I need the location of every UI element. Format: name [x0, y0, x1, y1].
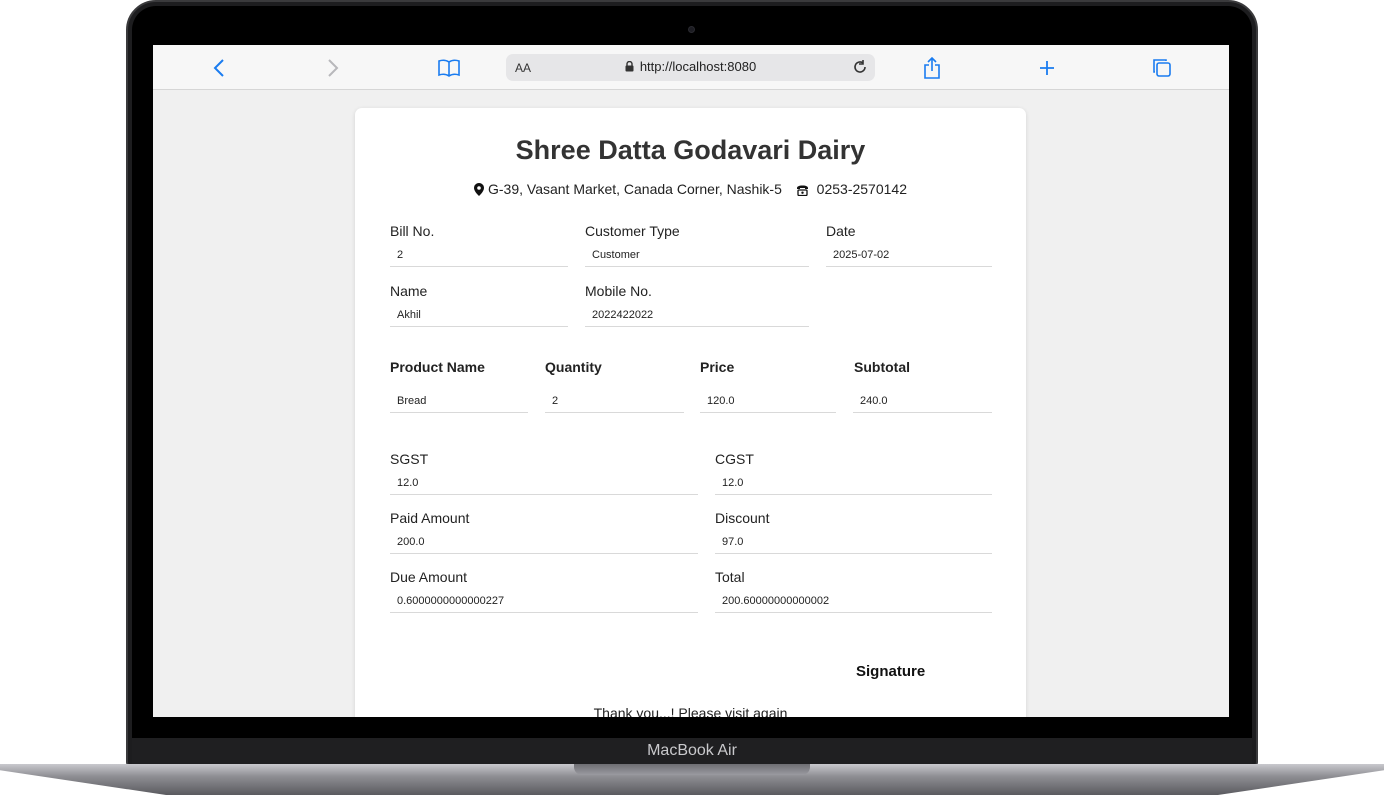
phone-icon	[796, 185, 808, 197]
discount-field: Discount 97.0	[715, 510, 992, 554]
customer-type-label: Customer Type	[585, 223, 680, 239]
discount-input[interactable]: 97.0	[715, 531, 992, 554]
shop-phone: 0253-2570142	[816, 181, 907, 197]
name-label: Name	[390, 283, 428, 299]
discount-label: Discount	[715, 510, 770, 526]
name-input[interactable]: Akhil	[390, 304, 568, 327]
bill-no-field: Bill No. 2	[390, 223, 568, 267]
url-text: http://localhost:8080	[639, 59, 757, 74]
reload-icon[interactable]	[851, 58, 869, 76]
thanks-message: Thank you...! Please visit again	[593, 705, 788, 717]
sgst-field: SGST 12.0	[390, 451, 698, 495]
shop-address: G-39, Vasant Market, Canada Corner, Nash…	[488, 181, 782, 197]
mobile-label: Mobile No.	[585, 283, 652, 299]
forward-icon	[328, 59, 339, 77]
paid-amount-input[interactable]: 200.0	[390, 531, 698, 554]
plus-icon	[1040, 61, 1054, 75]
subtotal-input[interactable]: 240.0	[853, 390, 992, 413]
laptop-notch	[574, 764, 810, 775]
bookmarks-icon	[438, 59, 460, 77]
forward-button[interactable]	[319, 54, 347, 82]
laptop-frame: MacBook Air AA http://localhost:8080 Shr…	[0, 0, 1384, 795]
new-tab-button[interactable]	[1033, 54, 1061, 82]
back-icon	[213, 59, 224, 77]
paid-amount-label: Paid Amount	[390, 510, 470, 526]
bill-no-input[interactable]: 2	[390, 244, 568, 267]
quantity-input[interactable]: 2	[545, 390, 684, 413]
laptop-model-label: MacBook Air	[647, 742, 737, 759]
total-label: Total	[715, 569, 745, 585]
tabs-button[interactable]	[1148, 54, 1176, 82]
sgst-label: SGST	[390, 451, 429, 467]
share-icon	[924, 57, 940, 79]
paid-amount-field: Paid Amount 200.0	[390, 510, 698, 554]
mobile-input[interactable]: 2022422022	[585, 304, 809, 327]
signature-label: Signature	[856, 663, 926, 680]
product-name-input[interactable]: Bread	[390, 390, 528, 413]
total-field: Total 200.60000000000002	[715, 569, 992, 613]
price-header: Price	[700, 359, 735, 375]
share-button[interactable]	[918, 54, 946, 82]
total-input[interactable]: 200.60000000000002	[715, 590, 992, 613]
customer-type-input[interactable]: Customer	[585, 244, 809, 267]
shop-contact: G-39, Vasant Market, Canada Corner, Nash…	[355, 181, 1026, 197]
cgst-field: CGST 12.0	[715, 451, 992, 495]
camera-icon	[688, 26, 695, 33]
bookmarks-button[interactable]	[435, 54, 463, 82]
due-amount-field: Due Amount 0.6000000000000227	[390, 569, 698, 613]
customer-type-field: Customer Type Customer	[585, 223, 809, 267]
subtotal-header: Subtotal	[854, 359, 910, 375]
mobile-field: Mobile No. 2022422022	[585, 283, 809, 327]
cgst-label: CGST	[715, 451, 754, 467]
back-button[interactable]	[205, 54, 233, 82]
address-bar[interactable]: AA http://localhost:8080	[506, 54, 875, 81]
product-name-header: Product Name	[390, 359, 485, 375]
quantity-header: Quantity	[545, 359, 602, 375]
url-display[interactable]: http://localhost:8080	[506, 59, 875, 74]
date-field: Date 2025-07-02	[826, 223, 992, 267]
date-label: Date	[826, 223, 856, 239]
location-pin-icon	[474, 183, 484, 196]
name-field: Name Akhil	[390, 283, 568, 327]
sgst-input[interactable]: 12.0	[390, 472, 698, 495]
date-input[interactable]: 2025-07-02	[826, 244, 992, 267]
due-amount-label: Due Amount	[390, 569, 468, 585]
bill-no-label: Bill No.	[390, 223, 435, 239]
shop-name: Shree Datta Godavari Dairy	[515, 135, 866, 165]
browser-screen: AA http://localhost:8080 Shree Datta God…	[153, 45, 1229, 717]
browser-toolbar: AA http://localhost:8080	[153, 45, 1229, 90]
cgst-input[interactable]: 12.0	[715, 472, 992, 495]
price-input[interactable]: 120.0	[700, 390, 836, 413]
lock-icon	[625, 61, 634, 72]
due-amount-input[interactable]: 0.6000000000000227	[390, 590, 698, 613]
bill-card: Shree Datta Godavari Dairy G-39, Vasant …	[355, 108, 1026, 717]
tabs-icon	[1153, 59, 1171, 77]
